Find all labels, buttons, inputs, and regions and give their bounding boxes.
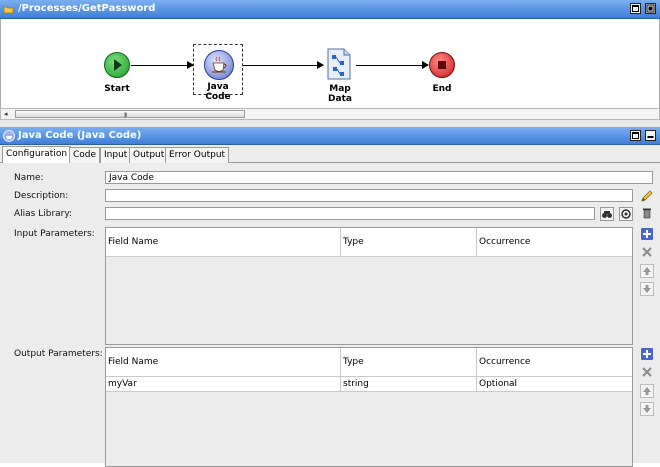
map-data-label: Map Data — [328, 84, 352, 104]
restore-icon — [632, 5, 639, 12]
tab-bar: Configuration Code Input Output Error Ou… — [0, 145, 660, 163]
activity-titlebar: Java Code (Java Code) — [0, 127, 660, 145]
folder-icon — [3, 6, 14, 14]
move-input-down-button[interactable] — [640, 282, 654, 296]
move-output-up-button[interactable] — [640, 384, 654, 398]
output-row-field-name[interactable]: myVar — [106, 377, 341, 392]
restore-window-button[interactable] — [630, 3, 641, 14]
configuration-form: Name: Java Code Description: Alias Libra… — [0, 163, 660, 467]
trash-icon — [643, 208, 651, 219]
tab-input[interactable]: Input — [100, 147, 132, 163]
minimize-panel-button[interactable] — [645, 130, 656, 141]
process-canvas[interactable]: Start Java Code Map Data End — [0, 19, 660, 108]
arrow-down-icon — [643, 405, 651, 413]
scroll-left-icon[interactable]: ◂ — [4, 110, 8, 118]
restore-icon — [632, 132, 639, 139]
move-output-down-button[interactable] — [640, 402, 654, 416]
tab-code[interactable]: Code — [69, 147, 101, 163]
name-field[interactable]: Java Code — [105, 171, 653, 184]
column-header-field-name[interactable]: Field Name — [106, 348, 341, 377]
maximize-icon — [646, 4, 655, 13]
delete-alias-button[interactable] — [640, 207, 654, 221]
arrow-up-icon — [643, 387, 651, 395]
input-parameters-label: Input Parameters: — [14, 229, 95, 239]
binoculars-icon — [602, 211, 612, 218]
stop-icon — [438, 61, 446, 69]
close-icon — [642, 247, 652, 257]
flow-arrow — [131, 61, 194, 69]
arrow-down-icon — [643, 285, 651, 293]
description-field[interactable] — [105, 189, 633, 202]
start-label: Start — [104, 84, 130, 94]
alias-settings-button[interactable] — [619, 207, 633, 221]
flow-arrow — [356, 61, 429, 69]
map-data-node[interactable] — [324, 47, 354, 81]
name-label: Name: — [14, 173, 44, 183]
column-header-field-name[interactable]: Field Name — [106, 228, 341, 257]
close-icon — [642, 367, 652, 377]
horizontal-scrollbar[interactable]: ◂ III — [0, 108, 660, 120]
add-input-parameter-button[interactable] — [640, 227, 654, 241]
description-label: Description: — [14, 191, 69, 201]
output-parameters-label: Output Parameters: — [14, 349, 103, 359]
coffee-cup-icon — [212, 56, 227, 73]
settings-icon — [621, 209, 631, 219]
start-node[interactable] — [104, 52, 130, 78]
maximize-window-button[interactable] — [645, 3, 656, 14]
tab-error-output[interactable]: Error Output — [165, 147, 230, 163]
scroll-grip: III — [124, 112, 127, 119]
column-header-type[interactable]: Type — [341, 228, 477, 257]
map-data-icon — [327, 48, 351, 80]
browse-alias-button[interactable] — [600, 207, 614, 221]
alias-library-field[interactable] — [105, 207, 595, 220]
remove-input-parameter-button[interactable] — [640, 245, 654, 259]
output-row-type[interactable]: string — [341, 377, 477, 392]
add-output-parameter-button[interactable] — [640, 347, 654, 361]
minimize-icon — [647, 136, 654, 138]
output-row-occurrence[interactable]: Optional — [477, 377, 632, 392]
end-node[interactable] — [429, 52, 455, 78]
edit-description-button[interactable] — [640, 189, 654, 203]
process-titlebar: /Processes/GetPassword — [0, 0, 660, 19]
play-icon — [114, 59, 122, 71]
alias-library-label: Alias Library: — [14, 209, 73, 219]
column-header-type[interactable]: Type — [341, 348, 477, 377]
java-code-node[interactable]: Java Code — [193, 44, 243, 102]
plus-icon — [641, 348, 653, 360]
tab-configuration[interactable]: Configuration — [2, 146, 72, 163]
end-label: End — [432, 84, 452, 94]
java-code-label: Java Code — [205, 82, 231, 102]
activity-title: Java Code (Java Code) — [18, 130, 142, 141]
output-parameters-table[interactable]: Field Name Type Occurrence myVar string … — [105, 347, 633, 467]
java-code-icon — [3, 130, 15, 142]
column-header-occurrence[interactable]: Occurrence — [477, 228, 632, 257]
restore-panel-button[interactable] — [630, 130, 641, 141]
column-header-occurrence[interactable]: Occurrence — [477, 348, 632, 377]
process-title: /Processes/GetPassword — [18, 3, 156, 14]
remove-output-parameter-button[interactable] — [640, 365, 654, 379]
tab-output[interactable]: Output — [129, 147, 169, 163]
flow-arrow — [243, 61, 324, 69]
plus-icon — [641, 228, 653, 240]
move-input-up-button[interactable] — [640, 264, 654, 278]
scrollbar-thumb[interactable]: III — [15, 110, 245, 119]
pencil-icon — [641, 190, 653, 202]
arrow-up-icon — [643, 267, 651, 275]
input-parameters-table[interactable]: Field Name Type Occurrence — [105, 227, 633, 345]
panel-splitter[interactable] — [0, 120, 660, 127]
